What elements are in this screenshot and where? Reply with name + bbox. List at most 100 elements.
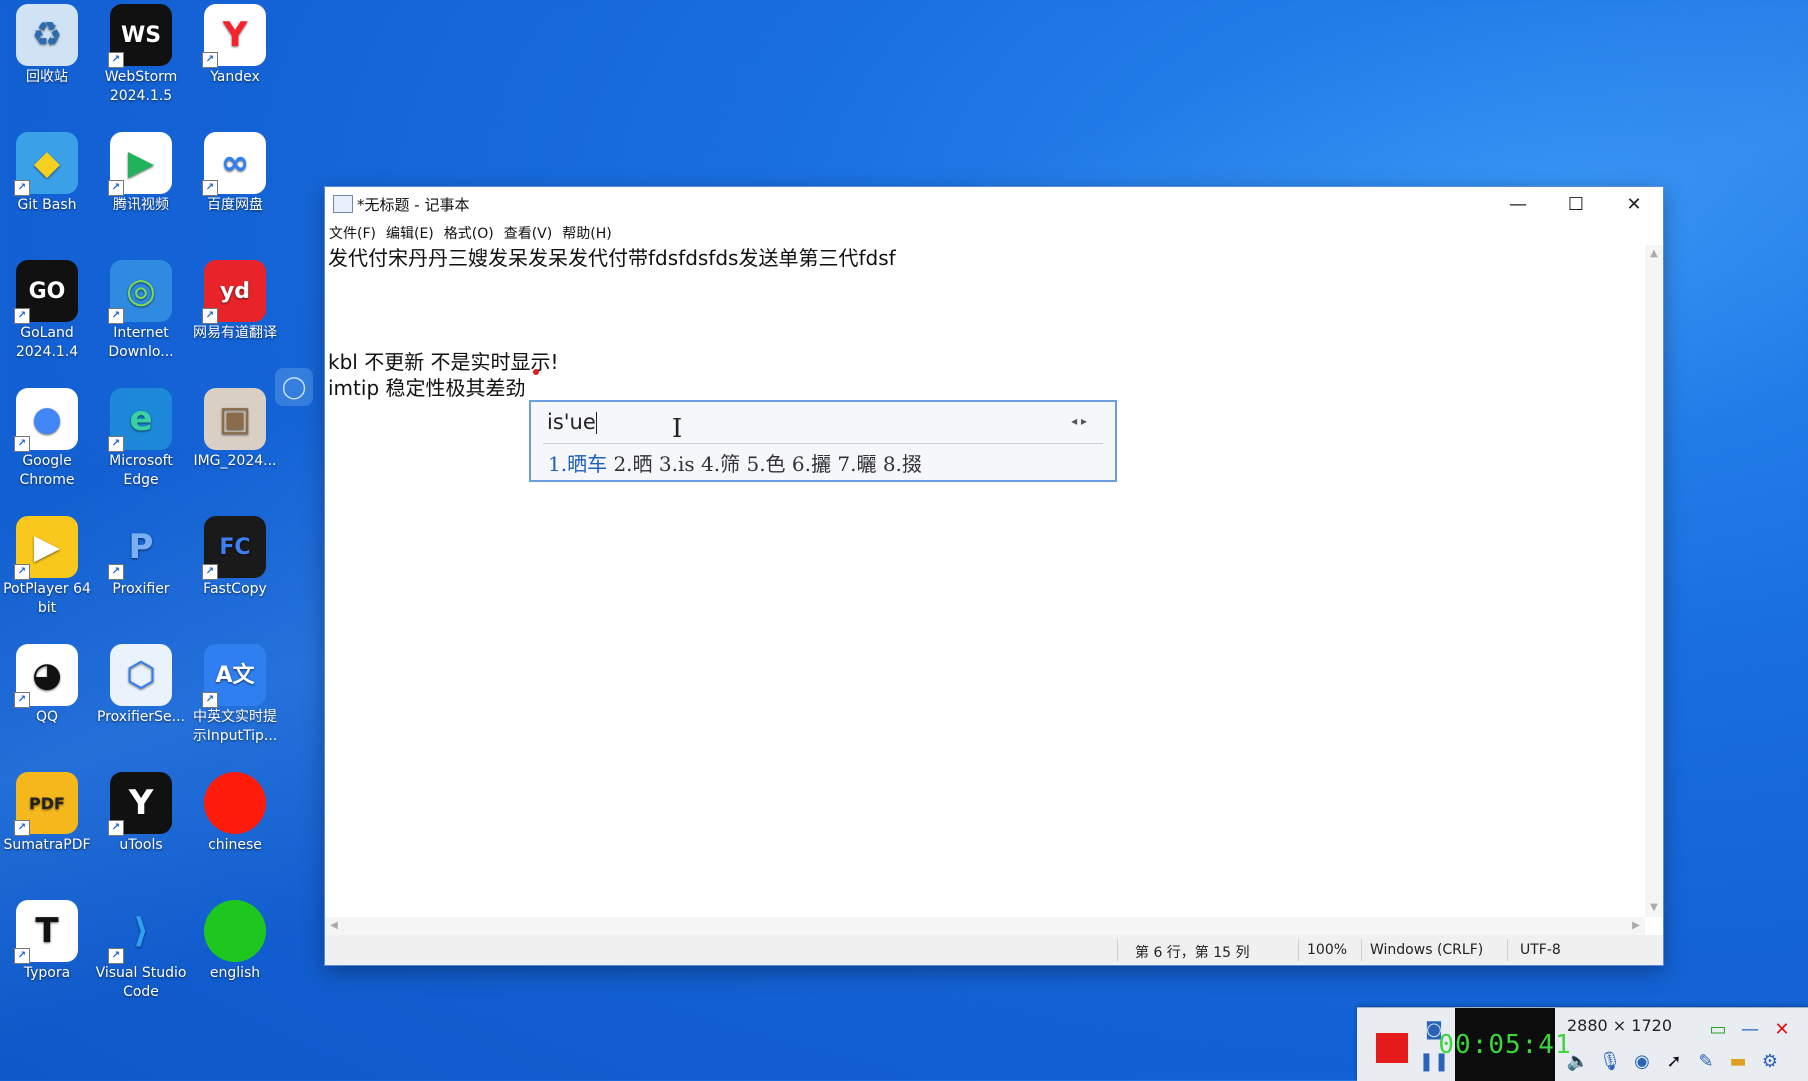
desktop-icon[interactable]: ∞ ↗ 百度网盘 bbox=[188, 132, 282, 215]
ime-candidate[interactable]: 5.色 bbox=[746, 452, 785, 476]
app-icon: ● ↗ bbox=[14, 388, 78, 452]
menu-help[interactable]: 帮助(H) bbox=[562, 223, 611, 243]
desktop-icon[interactable]: e ↗ Microsoft Edge bbox=[94, 388, 188, 490]
app-icon: ∞ ↗ bbox=[202, 132, 266, 196]
ime-composition: is'ue bbox=[547, 410, 597, 434]
speaker-icon[interactable]: 🔈 bbox=[1563, 1046, 1593, 1076]
desktop-icon-label: ProxifierSe... bbox=[97, 709, 185, 725]
ime-candidate[interactable]: 8.掇 bbox=[883, 452, 922, 476]
horizontal-scrollbar[interactable]: ◀ ▶ bbox=[325, 917, 1645, 935]
shortcut-arrow-icon: ↗ bbox=[202, 52, 218, 68]
gear-icon[interactable]: ⚙ bbox=[1755, 1046, 1785, 1076]
desktop-icon[interactable]: ◎ ↗ Internet Downlo... bbox=[94, 260, 188, 362]
shortcut-arrow-icon: ↗ bbox=[14, 820, 30, 836]
desktop-icon-label: 腾讯视频 bbox=[113, 197, 169, 213]
ime-candidate[interactable]: 7.曬 bbox=[837, 452, 876, 476]
cursor-icon[interactable]: ➚ bbox=[1659, 1046, 1689, 1076]
region-icon[interactable]: ▭ bbox=[1703, 1014, 1733, 1044]
app-icon: ▶ ↗ bbox=[108, 132, 172, 196]
minimize-recorder-icon[interactable]: — bbox=[1735, 1014, 1765, 1044]
app-icon: ▶ ↗ bbox=[14, 516, 78, 580]
desktop-icon[interactable]: A文 ↗ 中英文实时提示InputTip... bbox=[188, 644, 282, 746]
text-line bbox=[325, 271, 1645, 297]
notepad-window: *无标题 - 记事本 — ☐ ✕ 文件(F) 编辑(E) 格式(O) 查看(V)… bbox=[325, 187, 1663, 965]
webcam-icon[interactable]: ◉ bbox=[1627, 1046, 1657, 1076]
microphone-icon[interactable]: 🎙 bbox=[1595, 1046, 1625, 1076]
ime-candidate-list: 1.晒车 2.晒 3.is 4.筛 5.色 6.攦 7.曬 8.掇 bbox=[548, 448, 922, 477]
app-icon: ⟩ ↗ bbox=[108, 900, 172, 964]
close-button[interactable]: ✕ bbox=[1605, 187, 1663, 221]
vertical-scrollbar[interactable]: ▲ ▼ bbox=[1645, 245, 1663, 917]
text-editor[interactable]: 发代付宋丹丹三嫂发呆发呆发代付带fdsfdsfds发送单第三代fdsf kbl … bbox=[325, 245, 1645, 917]
ime-candidate[interactable]: 4.筛 bbox=[701, 452, 740, 476]
desktop-icon-label: english bbox=[209, 965, 261, 981]
scroll-right-icon[interactable]: ▶ bbox=[1627, 917, 1645, 935]
close-recorder-icon[interactable]: ✕ bbox=[1767, 1014, 1797, 1044]
menu-format[interactable]: 格式(O) bbox=[444, 223, 494, 243]
menu-file[interactable]: 文件(F) bbox=[329, 223, 376, 243]
desktop-icon[interactable]: ● ↗ Google Chrome bbox=[0, 388, 94, 490]
menu-view[interactable]: 查看(V) bbox=[504, 223, 553, 243]
desktop-icon-label: Typora bbox=[23, 965, 71, 981]
text-line: imtip 稳定性极其差劲 bbox=[328, 376, 526, 400]
scroll-up-icon[interactable]: ▲ bbox=[1645, 245, 1663, 263]
ime-pager-icon[interactable]: ◂ ▸ bbox=[1071, 414, 1087, 428]
shortcut-arrow-icon: ↗ bbox=[108, 180, 124, 196]
desktop-icon[interactable]: ◕ ↗ QQ bbox=[0, 644, 94, 727]
desktop-icon[interactable]: ▶ ↗ 腾讯视频 bbox=[94, 132, 188, 215]
desktop-icon-label: 网易有道翻译 bbox=[193, 325, 277, 341]
desktop-icon[interactable]: PDF ↗ SumatraPDF bbox=[0, 772, 94, 855]
title-bar[interactable]: *无标题 - 记事本 — ☐ ✕ bbox=[325, 187, 1663, 221]
window-title: *无标题 - 记事本 bbox=[357, 195, 470, 214]
desktop-icon[interactable]: ♻ 回收站 bbox=[0, 4, 94, 87]
desktop-icon[interactable]: P ↗ Proxifier bbox=[94, 516, 188, 599]
notepad-app-icon bbox=[333, 195, 353, 213]
shortcut-arrow-icon: ↗ bbox=[202, 180, 218, 196]
ime-candidate[interactable]: 2.晒 bbox=[613, 452, 652, 476]
desktop-icon[interactable]: yd ↗ 网易有道翻译 bbox=[188, 260, 282, 343]
shortcut-arrow-icon: ↗ bbox=[14, 180, 30, 196]
maximize-button[interactable]: ☐ bbox=[1547, 187, 1605, 221]
desktop-icon[interactable]: GO ↗ GoLand 2024.1.4 bbox=[0, 260, 94, 362]
folder-icon[interactable]: ▬ bbox=[1723, 1046, 1753, 1076]
minimize-button[interactable]: — bbox=[1489, 187, 1547, 221]
desktop-icon[interactable]: ▶ ↗ PotPlayer 64 bit bbox=[0, 516, 94, 618]
desktop-icon[interactable]: Y ↗ Yandex bbox=[188, 4, 282, 87]
desktop-icon[interactable]: FC ↗ FastCopy bbox=[188, 516, 282, 599]
desktop-icon[interactable]: T ↗ Typora bbox=[0, 900, 94, 983]
ime-candidate[interactable]: 3.is bbox=[659, 452, 695, 476]
desktop-icon-label: PotPlayer 64 bit bbox=[3, 581, 91, 616]
pen-icon[interactable]: ✎ bbox=[1691, 1046, 1721, 1076]
encoding: UTF-8 bbox=[1520, 942, 1561, 958]
shortcut-arrow-icon: ↗ bbox=[14, 436, 30, 452]
desktop-icon-label: SumatraPDF bbox=[3, 837, 91, 853]
status-bar: 第 6 行，第 15 列 100% Windows (CRLF) UTF-8 bbox=[325, 935, 1663, 965]
desktop-icon[interactable]: english bbox=[188, 900, 282, 983]
shortcut-arrow-icon: ↗ bbox=[14, 948, 30, 964]
stop-record-button[interactable] bbox=[1367, 1028, 1417, 1068]
zoom-level: 100% bbox=[1307, 942, 1348, 958]
scroll-left-icon[interactable]: ◀ bbox=[325, 917, 343, 935]
desktop-icon-label: FastCopy bbox=[203, 581, 267, 597]
desktop-icon[interactable]: chinese bbox=[188, 772, 282, 855]
shortcut-arrow-icon: ↗ bbox=[108, 52, 124, 68]
desktop-icon[interactable]: ◆ ↗ Git Bash bbox=[0, 132, 94, 215]
desktop-icon-label: Proxifier bbox=[112, 581, 170, 597]
menu-edit[interactable]: 编辑(E) bbox=[386, 223, 434, 243]
desktop-icon-label: 中英文实时提示InputTip... bbox=[192, 709, 278, 744]
recording-timer: 00:05:41 bbox=[1438, 1008, 1571, 1081]
ime-candidate[interactable]: 1.晒车 bbox=[548, 452, 607, 476]
desktop-icon[interactable]: ▣ IMG_2024... bbox=[188, 388, 282, 471]
ime-divider bbox=[543, 443, 1103, 444]
desktop-icon[interactable]: ⬡ ProxifierSe... bbox=[94, 644, 188, 727]
desktop-icon[interactable]: ⟩ ↗ Visual Studio Code bbox=[94, 900, 188, 1002]
desktop-icon[interactable]: WS ↗ WebStorm 2024.1.5 bbox=[94, 4, 188, 106]
ibeam-cursor-icon: I bbox=[672, 414, 683, 444]
scroll-down-icon[interactable]: ▼ bbox=[1645, 899, 1663, 917]
shortcut-arrow-icon: ↗ bbox=[108, 308, 124, 324]
status-divider bbox=[1117, 939, 1118, 961]
floating-search-icon[interactable]: ◯ bbox=[275, 368, 313, 406]
desktop-icon[interactable]: Y ↗ uTools bbox=[94, 772, 188, 855]
shortcut-arrow-icon: ↗ bbox=[108, 564, 124, 580]
ime-candidate[interactable]: 6.攦 bbox=[792, 452, 831, 476]
